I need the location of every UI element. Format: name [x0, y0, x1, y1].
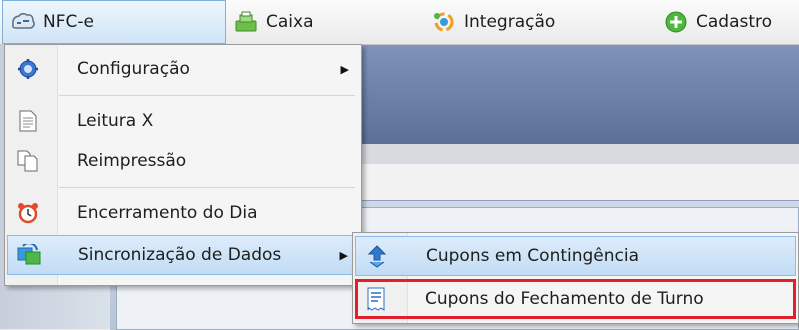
- sync-icon: [16, 242, 42, 268]
- submenu-arrow-icon: ▶: [339, 248, 348, 262]
- menu-item-leitura-x[interactable]: Leitura X: [7, 101, 359, 141]
- alarm-clock-icon: [15, 200, 41, 226]
- gear-icon: [15, 56, 41, 82]
- menu-separator: [59, 95, 355, 96]
- menu-integracao-label: Integração: [464, 12, 556, 32]
- sync-submenu: Cupons em Contingência Cupons do Fechame…: [352, 232, 799, 324]
- menu-item-label: Configuração: [77, 59, 190, 79]
- menu-item-cupons-fechamento[interactable]: Cupons do Fechamento de Turno: [355, 279, 796, 319]
- integration-icon: [430, 8, 458, 36]
- menu-item-cupons-contingencia[interactable]: Cupons em Contingência: [355, 236, 796, 276]
- download-arrow-icon: [364, 243, 390, 269]
- menu-caixa[interactable]: Caixa: [232, 0, 314, 44]
- document-icon: [15, 108, 41, 134]
- menu-cadastro[interactable]: Cadastro: [662, 0, 772, 44]
- menu-item-label: Sincronização de Dados: [78, 245, 282, 265]
- menu-item-reimpressao[interactable]: Reimpressão: [7, 141, 359, 181]
- menu-item-sincronizacao[interactable]: Sincronização de Dados ▶: [7, 235, 359, 275]
- menubar: NFC-e Caixa Integração Cadastro: [0, 0, 799, 45]
- menu-nfce[interactable]: NFC-e: [2, 0, 226, 44]
- menu-separator: [59, 187, 355, 188]
- receipt-icon: [363, 286, 389, 312]
- menu-item-label: Reimpressão: [77, 151, 187, 171]
- menu-item-label: Cupons em Contingência: [426, 246, 640, 266]
- menu-integracao[interactable]: Integração: [430, 0, 555, 44]
- cash-register-icon: [232, 8, 260, 36]
- menu-item-label: Cupons do Fechamento de Turno: [425, 289, 704, 309]
- menu-nfce-label: NFC-e: [43, 12, 94, 32]
- menu-item-configuracao[interactable]: Configuração ▶: [7, 49, 359, 89]
- menu-item-label: Leitura X: [77, 111, 154, 131]
- menu-caixa-label: Caixa: [266, 12, 314, 32]
- add-circle-icon: [662, 8, 690, 36]
- menu-item-label: Encerramento do Dia: [77, 203, 258, 223]
- nfce-icon: [9, 8, 37, 36]
- menu-cadastro-label: Cadastro: [696, 12, 773, 32]
- nfce-dropdown-menu: Configuração ▶ Leitura X Reimpressão Enc…: [4, 44, 362, 286]
- copy-icon: [15, 148, 41, 174]
- menu-item-encerramento[interactable]: Encerramento do Dia: [7, 193, 359, 233]
- submenu-arrow-icon: ▶: [340, 62, 349, 76]
